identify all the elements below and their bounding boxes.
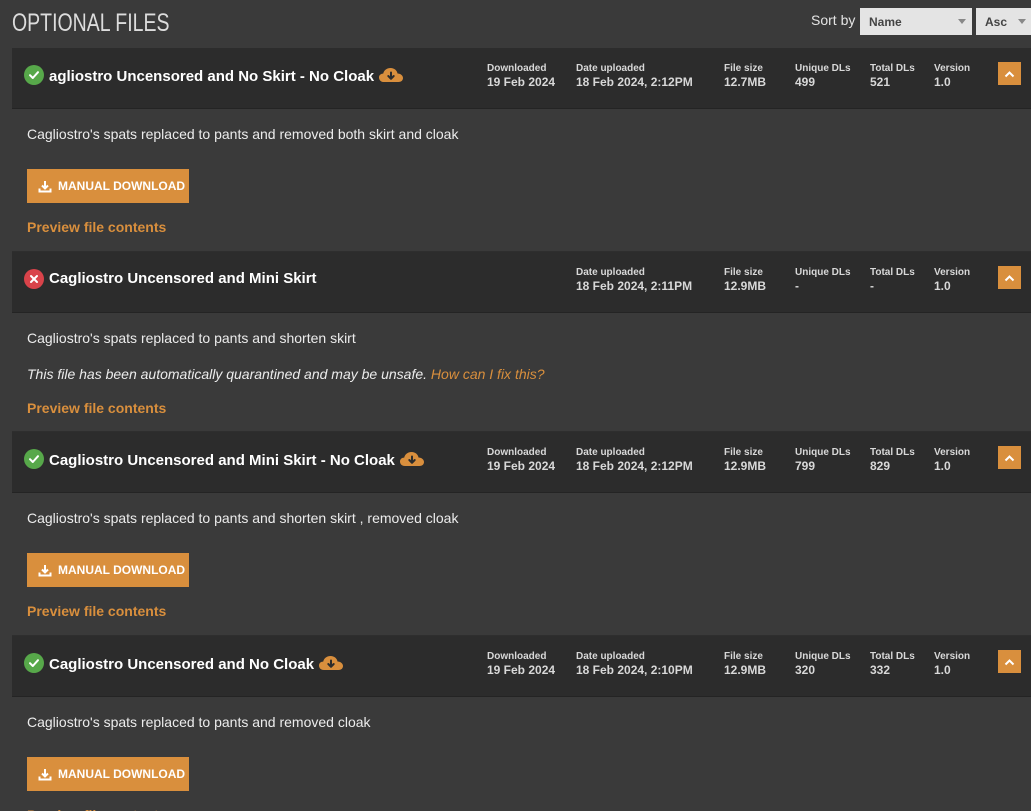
file-title: agliostro Uncensored and No Skirt - No C… [49,66,404,85]
file-body: Cagliostro's spats replaced to pants and… [12,493,1031,636]
collapse-button[interactable] [998,62,1021,85]
stat-file-size: File size 12.9MB [724,447,767,473]
sort-field-value: Name [869,15,902,29]
file-description: Cagliostro's spats replaced to pants and… [27,330,356,346]
stat-version: Version 1.0 [934,651,971,677]
stat-unique-dls: Unique DLs 320 [795,651,851,677]
how-to-fix-link[interactable]: How can I fix this? [431,366,545,382]
collapse-button[interactable] [998,650,1021,673]
file-title-text: Cagliostro Uncensored and Mini Skirt - N… [49,452,395,469]
stat-version: Version 1.0 [934,267,971,293]
file-list: agliostro Uncensored and No Skirt - No C… [12,48,1031,811]
sort-field-select[interactable]: Name [860,8,972,35]
file-body: Cagliostro's spats replaced to pants and… [12,697,1031,811]
cloud-download-icon [399,450,425,468]
manual-download-button[interactable]: MANUAL DOWNLOAD [27,757,189,791]
stat-file-size: File size 12.9MB [724,651,767,677]
file-header[interactable]: Cagliostro Uncensored and Mini Skirt - N… [12,432,1031,493]
file-description: Cagliostro's spats replaced to pants and… [27,510,459,526]
stat-unique-dls: Unique DLs 499 [795,63,851,89]
file-title: Cagliostro Uncensored and No Cloak [49,654,344,673]
stat-version: Version 1.0 [934,447,971,473]
file-title-text: Cagliostro Uncensored and Mini Skirt [49,270,317,287]
check-icon [24,653,44,673]
collapse-button[interactable] [998,266,1021,289]
stat-unique-dls: Unique DLs 799 [795,447,851,473]
download-icon [38,180,52,192]
preview-file-contents-link[interactable]: Preview file contents [27,400,166,416]
download-icon [38,768,52,780]
cloud-download-icon [378,66,404,84]
preview-file-contents-link[interactable]: Preview file contents [27,219,166,235]
file-description: Cagliostro's spats replaced to pants and… [27,126,459,142]
stat-date-uploaded: Date uploaded 18 Feb 2024, 2:12PM [576,447,693,473]
chevron-up-icon [1004,70,1015,77]
chevron-up-icon [1004,274,1015,281]
stat-unique-dls: Unique DLs - [795,267,851,293]
error-icon [24,269,44,289]
manual-download-button[interactable]: MANUAL DOWNLOAD [27,169,189,203]
preview-file-contents-link[interactable]: Preview file contents [27,603,166,619]
file-title: Cagliostro Uncensored and Mini Skirt - N… [49,450,425,469]
quarantine-notice: This file has been automatically quarant… [27,366,545,382]
sort-order-select[interactable]: Asc [976,8,1031,35]
chevron-down-icon [958,19,966,24]
section-title: OPTIONAL FILES [12,9,170,37]
preview-file-contents-link[interactable]: Preview file contents [27,807,166,811]
file-body: Cagliostro's spats replaced to pants and… [12,109,1031,252]
file-body: Cagliostro's spats replaced to pants and… [12,313,1031,432]
download-icon [38,564,52,576]
optional-files-header: OPTIONAL FILES Sort by Name Asc [0,0,1031,48]
file-item: Cagliostro Uncensored and Mini Skirt - N… [12,432,1031,636]
manual-download-button[interactable]: MANUAL DOWNLOAD [27,553,189,587]
check-icon [24,65,44,85]
stat-total-dls: Total DLs 332 [870,651,915,677]
stat-date-uploaded: Date uploaded 18 Feb 2024, 2:12PM [576,63,693,89]
stat-file-size: File size 12.9MB [724,267,767,293]
file-header[interactable]: Cagliostro Uncensored and No Cloak Downl… [12,636,1031,697]
file-title: Cagliostro Uncensored and Mini Skirt [49,270,317,287]
sort-label: Sort by [811,12,856,28]
collapse-button[interactable] [998,446,1021,469]
stat-date-uploaded: Date uploaded 18 Feb 2024, 2:10PM [576,651,693,677]
stat-version: Version 1.0 [934,63,971,89]
file-item: Cagliostro Uncensored and Mini Skirt Dat… [12,252,1031,432]
optional-files-page: OPTIONAL FILES Sort by Name Asc agliostr… [0,0,1031,811]
stat-total-dls: Total DLs 829 [870,447,915,473]
file-item: Cagliostro Uncensored and No Cloak Downl… [12,636,1031,811]
chevron-up-icon [1004,658,1015,665]
file-header[interactable]: Cagliostro Uncensored and Mini Skirt Dat… [12,252,1031,313]
stat-downloaded: Downloaded 19 Feb 2024 [487,651,556,677]
sort-order-value: Asc [985,15,1008,29]
chevron-down-icon [1018,19,1026,24]
stat-total-dls: Total DLs - [870,267,915,293]
file-header[interactable]: agliostro Uncensored and No Skirt - No C… [12,48,1031,109]
file-item: agliostro Uncensored and No Skirt - No C… [12,48,1031,252]
chevron-up-icon [1004,454,1015,461]
file-title-text: agliostro Uncensored and No Skirt - No C… [49,68,375,85]
check-icon [24,449,44,469]
stat-date-uploaded: Date uploaded 18 Feb 2024, 2:11PM [576,267,693,293]
file-title-text: Cagliostro Uncensored and No Cloak [49,656,315,673]
stat-downloaded: Downloaded 19 Feb 2024 [487,63,556,89]
stat-total-dls: Total DLs 521 [870,63,915,89]
cloud-download-icon [318,654,344,672]
file-description: Cagliostro's spats replaced to pants and… [27,714,371,730]
stat-file-size: File size 12.7MB [724,63,767,89]
stat-downloaded: Downloaded 19 Feb 2024 [487,447,556,473]
